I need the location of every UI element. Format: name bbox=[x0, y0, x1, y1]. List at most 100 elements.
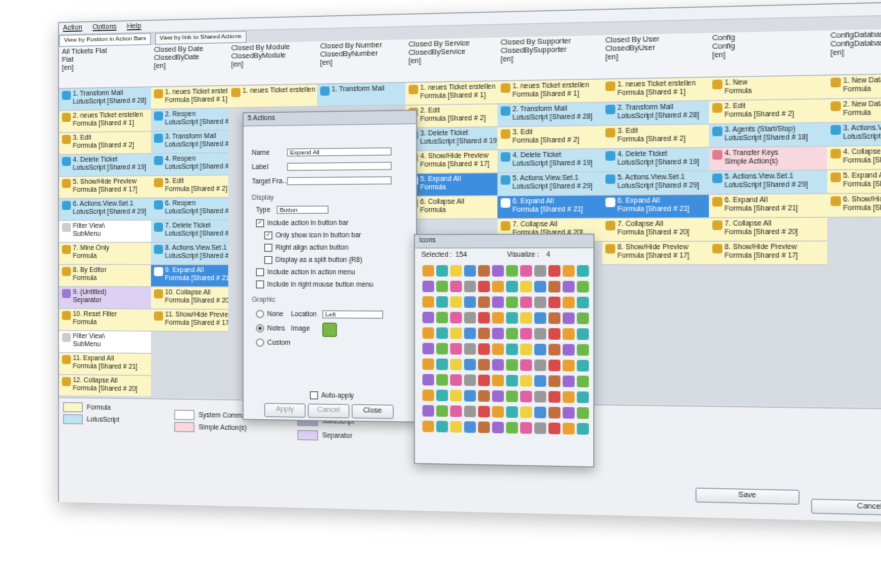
action-item[interactable]: 10. Collapse All Formula [Shared # 20] bbox=[150, 287, 229, 310]
icon-swatch[interactable] bbox=[520, 422, 533, 434]
icon-swatch[interactable] bbox=[478, 327, 490, 340]
icon-swatch[interactable] bbox=[520, 390, 533, 403]
action-item[interactable]: 3. Edit Formula [Shared # 2] bbox=[497, 125, 603, 151]
action-item[interactable]: 1. neues Ticket erstellen Formula [Shared… bbox=[602, 77, 709, 103]
menu-help[interactable]: Help bbox=[123, 21, 146, 33]
display-option-checkbox[interactable]: Display as a split button (R8) bbox=[264, 255, 362, 265]
icon-swatch[interactable] bbox=[576, 407, 589, 419]
icon-swatch[interactable] bbox=[450, 265, 462, 277]
icon-swatch[interactable] bbox=[436, 265, 449, 277]
icon-swatch[interactable] bbox=[506, 359, 518, 371]
icon-swatch[interactable] bbox=[478, 358, 490, 371]
action-item[interactable]: 9. (Untitled) Separator bbox=[58, 287, 151, 310]
save-button[interactable]: Save bbox=[695, 487, 800, 505]
icon-swatch[interactable] bbox=[520, 359, 533, 371]
icon-swatch[interactable] bbox=[492, 327, 504, 340]
graphic-none-radio[interactable]: None bbox=[255, 309, 283, 319]
action-item[interactable]: 1. neues Ticket erstellen Formula [Shared… bbox=[405, 81, 498, 106]
icon-swatch[interactable] bbox=[562, 343, 575, 356]
action-item[interactable]: 3. Transform MailLotusScript [Shared # 2… bbox=[150, 130, 229, 155]
action-item[interactable]: 3. Actions.View.SLotusScript [Shared bbox=[827, 121, 881, 147]
display-option-checkbox[interactable]: ✓ Only show icon in button bar bbox=[264, 231, 361, 240]
action-item[interactable]: Filter View\ SubMenu bbox=[58, 331, 151, 354]
icon-swatch[interactable] bbox=[548, 422, 561, 435]
icon-swatch[interactable] bbox=[492, 265, 504, 277]
menu-options[interactable]: Options bbox=[88, 21, 120, 33]
icon-swatch[interactable] bbox=[436, 374, 449, 386]
action-item[interactable]: 7. Mine Only Formula bbox=[58, 242, 151, 266]
action-item[interactable]: 6. ReopenLotusScript [Shared # 37] bbox=[150, 197, 229, 221]
icon-swatch[interactable] bbox=[436, 358, 449, 371]
icon-swatch[interactable] bbox=[562, 359, 575, 372]
column-header[interactable]: Closed By Module ClosedByModule [en] bbox=[228, 41, 318, 87]
icon-swatch[interactable] bbox=[422, 420, 435, 433]
column-header[interactable]: Closed By Service ClosedByService [en] bbox=[405, 37, 498, 83]
icon-swatch[interactable] bbox=[436, 405, 449, 417]
icon-swatch[interactable] bbox=[464, 280, 476, 293]
icon-swatch[interactable] bbox=[562, 391, 575, 403]
icon-swatch[interactable] bbox=[450, 358, 462, 371]
icon-swatch[interactable] bbox=[506, 343, 518, 356]
action-item[interactable]: 6. Show/Hide PreFormula [Shared bbox=[827, 193, 881, 218]
display-option-checkbox[interactable]: Include in right mouse button menu bbox=[255, 280, 373, 289]
icon-swatch[interactable] bbox=[534, 406, 547, 419]
menu-action[interactable]: Action bbox=[59, 22, 86, 34]
target-frame-field[interactable] bbox=[286, 176, 392, 186]
icon-swatch[interactable] bbox=[422, 327, 435, 339]
icon-swatch[interactable] bbox=[450, 343, 462, 355]
action-item[interactable]: 1. New Formula bbox=[708, 75, 828, 102]
icon-swatch[interactable] bbox=[464, 343, 476, 355]
icon-swatch[interactable] bbox=[492, 280, 504, 293]
icon-swatch[interactable] bbox=[422, 405, 435, 417]
icon-swatch[interactable] bbox=[492, 374, 504, 387]
icon-swatch[interactable] bbox=[548, 406, 561, 419]
icon-swatch[interactable] bbox=[450, 405, 462, 418]
icon-swatch[interactable] bbox=[576, 375, 589, 388]
icon-swatch[interactable] bbox=[506, 406, 518, 418]
icon-swatch[interactable] bbox=[450, 296, 462, 308]
action-item[interactable]: 2. Edit Formula [Shared # 2] bbox=[708, 99, 828, 125]
icon-swatch[interactable] bbox=[576, 280, 589, 293]
icon-swatch[interactable] bbox=[436, 389, 449, 402]
icon-swatch[interactable] bbox=[520, 312, 533, 324]
action-item[interactable]: 4. Transfer Keys Simple Action(s) bbox=[708, 146, 828, 172]
icon-swatch[interactable] bbox=[492, 343, 504, 355]
column-header[interactable]: ConfigDatabase ConfigDatabase [en] bbox=[827, 27, 881, 76]
icon-swatch[interactable] bbox=[520, 406, 533, 419]
action-item[interactable]: 2. ReopenLotusScript [Shared # 37] bbox=[150, 108, 229, 132]
action-item[interactable]: 3. Agents (Start/Stop) LotusScript [Share… bbox=[708, 123, 828, 149]
icon-swatch[interactable] bbox=[450, 327, 462, 340]
icon-swatch[interactable] bbox=[576, 391, 589, 404]
icon-swatch[interactable] bbox=[534, 343, 547, 356]
icon-swatch[interactable] bbox=[506, 374, 518, 387]
dialog-cancel-button[interactable]: Cancel bbox=[307, 403, 350, 419]
action-item[interactable]: 5. Actions.View.Set.1 LotusScript [Shared… bbox=[497, 172, 603, 197]
display-option-checkbox[interactable]: ✓ Include action in button bar bbox=[255, 219, 349, 228]
action-item[interactable]: 6. Actions.View.Set.1 LotusScript [Shared… bbox=[58, 198, 151, 221]
icon-swatch[interactable] bbox=[520, 375, 533, 387]
icon-swatch[interactable] bbox=[506, 296, 518, 309]
icon-swatch[interactable] bbox=[534, 359, 547, 372]
label-field[interactable] bbox=[286, 161, 392, 171]
icon-swatch[interactable] bbox=[450, 374, 462, 386]
location-select[interactable]: Left bbox=[322, 310, 384, 319]
action-item[interactable]: 4. Delete Ticket LotusScript [Shared # 19… bbox=[602, 148, 709, 173]
icon-swatch[interactable] bbox=[506, 312, 518, 324]
icon-swatch[interactable] bbox=[548, 265, 561, 277]
icon-swatch[interactable] bbox=[492, 359, 504, 371]
icon-swatch[interactable] bbox=[464, 265, 476, 277]
icon-swatch[interactable] bbox=[464, 358, 476, 371]
icon-swatch[interactable] bbox=[548, 312, 561, 324]
icon-swatch[interactable] bbox=[478, 374, 490, 387]
icon-swatch[interactable] bbox=[464, 390, 476, 402]
icon-swatch[interactable] bbox=[450, 280, 462, 293]
action-item[interactable]: 3. Edit Formula [Shared # 2] bbox=[58, 131, 151, 155]
column-header[interactable]: Closed By Number ClosedByNumber [en] bbox=[317, 39, 406, 85]
icon-swatch[interactable] bbox=[506, 265, 518, 277]
icon-swatch[interactable] bbox=[534, 375, 547, 387]
icon-swatch[interactable] bbox=[520, 343, 533, 356]
action-item[interactable]: 7. Delete TicketLotusScript [Shared # 19… bbox=[150, 220, 229, 243]
icon-swatch[interactable] bbox=[520, 327, 533, 340]
action-item[interactable]: 3. Edit Formula [Shared # 2] bbox=[602, 124, 709, 150]
action-item[interactable]: 2. Transform Mail LotusScript [Shared # 2… bbox=[497, 102, 603, 128]
